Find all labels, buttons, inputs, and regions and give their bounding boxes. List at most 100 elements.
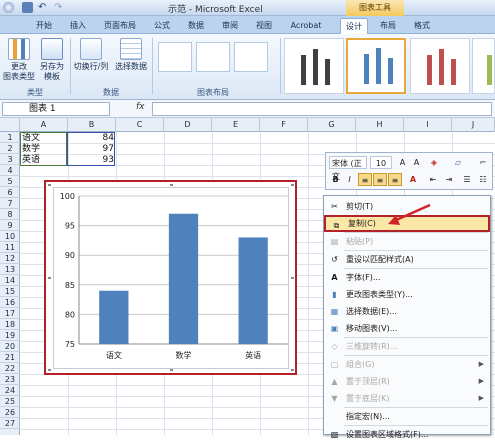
menu-item-macro[interactable]: 指定宏(N)... — [324, 408, 490, 425]
bar[interactable] — [238, 237, 268, 344]
column-header-D[interactable]: D — [164, 118, 212, 132]
row-header-10[interactable]: 10 — [0, 231, 20, 242]
fx-icon[interactable]: fx — [136, 102, 145, 112]
change-chart-type-button[interactable]: 更改 图表类型 — [2, 38, 36, 82]
grow-font-icon[interactable]: A — [396, 156, 409, 169]
align-left-icon[interactable]: ≡ — [373, 173, 387, 186]
bar[interactable] — [168, 213, 199, 344]
row-header-8[interactable]: 8 — [0, 209, 20, 220]
save-as-template-button[interactable]: 另存为 模板 — [36, 38, 68, 82]
chart-layout-2[interactable] — [196, 42, 230, 72]
menu-item-rotate-3d[interactable]: ◇ 三维旋转(R)... — [324, 338, 490, 355]
tab-formulas[interactable]: 公式 — [148, 18, 176, 34]
column-header-B[interactable]: B — [68, 118, 116, 132]
row-header-23[interactable]: 23 — [0, 374, 20, 385]
tab-insert[interactable]: 插入 — [64, 18, 92, 34]
menu-item-chart-type[interactable]: ▮ 更改图表类型(Y)... — [324, 286, 490, 303]
menu-item-reset-style[interactable]: ↺ 重设以匹配样式(A) — [324, 251, 490, 268]
column-header-A[interactable]: A — [20, 118, 68, 132]
line-color-icon[interactable]: ▱ — [450, 156, 466, 169]
numbering-icon[interactable]: ☷ — [476, 173, 490, 186]
align-right-icon[interactable]: ≡ — [388, 173, 402, 186]
chart-style-3[interactable] — [410, 38, 470, 94]
font-name-select[interactable]: 宋体 (正文 — [329, 156, 367, 181]
format-painter-icon[interactable]: ⌐ — [476, 156, 490, 169]
row-header-17[interactable]: 17 — [0, 308, 20, 319]
column-header-F[interactable]: F — [260, 118, 308, 132]
column-header-I[interactable]: I — [404, 118, 452, 132]
row-header-14[interactable]: 14 — [0, 275, 20, 286]
fill-color-icon[interactable]: ◈ — [426, 156, 442, 169]
resize-handle[interactable] — [48, 184, 51, 186]
resize-handle[interactable] — [291, 369, 294, 371]
tab-design[interactable]: 设计 — [340, 18, 368, 34]
tab-layout[interactable]: 布局 — [374, 18, 402, 34]
row-header-19[interactable]: 19 — [0, 330, 20, 341]
tab-review[interactable]: 审阅 — [216, 18, 244, 34]
tab-home[interactable]: 开始 — [30, 18, 58, 34]
font-color-icon[interactable]: A — [406, 173, 420, 186]
row-header-22[interactable]: 22 — [0, 363, 20, 374]
redo-icon[interactable]: ↷ — [54, 2, 65, 13]
shrink-font-icon[interactable]: A — [410, 156, 423, 169]
row-header-18[interactable]: 18 — [0, 319, 20, 330]
menu-item-paste[interactable]: ▤ 粘贴(P) — [324, 233, 490, 250]
row-header-25[interactable]: 25 — [0, 396, 20, 407]
tab-page-layout[interactable]: 页面布局 — [98, 18, 142, 34]
row-header-11[interactable]: 11 — [0, 242, 20, 253]
chart-area[interactable]: 75 80 85 90 95 100 语文 数学 英语 — [44, 180, 297, 375]
row-header-6[interactable]: 6 — [0, 187, 20, 198]
row-header-7[interactable]: 7 — [0, 198, 20, 209]
row-header-5[interactable]: 5 — [0, 176, 20, 187]
column-header-J[interactable]: J — [452, 118, 495, 132]
resize-handle[interactable] — [170, 369, 173, 371]
row-header-9[interactable]: 9 — [0, 220, 20, 231]
switch-row-column-button[interactable]: 切换行/列 — [72, 38, 110, 72]
bold-button[interactable]: B — [329, 173, 342, 186]
row-header-1[interactable]: 1 — [0, 132, 20, 143]
row-header-24[interactable]: 24 — [0, 385, 20, 396]
formula-input[interactable] — [152, 102, 492, 116]
align-center-icon[interactable]: ≡ — [358, 173, 372, 186]
chart-layout-1[interactable] — [158, 42, 192, 72]
save-icon[interactable] — [22, 2, 33, 13]
menu-item-send-back[interactable]: ▼ 置于底层(K) ▶ — [324, 390, 490, 407]
menu-item-move-chart[interactable]: ▣ 移动图表(V)... — [324, 320, 490, 337]
row-header-26[interactable]: 26 — [0, 407, 20, 418]
menu-item-bring-front[interactable]: ▲ 置于顶层(R) ▶ — [324, 373, 490, 390]
chart-layout-3[interactable] — [234, 42, 268, 72]
row-header-20[interactable]: 20 — [0, 341, 20, 352]
chart-style-4[interactable] — [472, 38, 495, 94]
tab-view[interactable]: 视图 — [250, 18, 278, 34]
resize-handle[interactable] — [48, 277, 51, 279]
resize-handle[interactable] — [170, 184, 173, 186]
row-header-16[interactable]: 16 — [0, 297, 20, 308]
italic-button[interactable]: I — [343, 173, 356, 186]
column-header-E[interactable]: E — [212, 118, 260, 132]
resize-handle[interactable] — [48, 369, 51, 371]
undo-icon[interactable]: ↶ — [38, 2, 49, 13]
resize-handle[interactable] — [291, 277, 294, 279]
bar[interactable] — [99, 290, 129, 344]
font-size-select[interactable]: 10 — [370, 156, 392, 169]
column-header-C[interactable]: C — [116, 118, 164, 132]
row-header-4[interactable]: 4 — [0, 165, 20, 176]
column-header-H[interactable]: H — [356, 118, 404, 132]
select-data-button[interactable]: 选择数据 — [112, 38, 150, 72]
row-header-15[interactable]: 15 — [0, 286, 20, 297]
resize-handle[interactable] — [291, 184, 294, 186]
menu-item-select-data[interactable]: ▦ 选择数据(E)... — [324, 303, 490, 320]
tab-format[interactable]: 格式 — [408, 18, 436, 34]
row-header-13[interactable]: 13 — [0, 264, 20, 275]
office-button-icon[interactable] — [3, 2, 14, 13]
row-header-3[interactable]: 3 — [0, 154, 20, 165]
column-header-G[interactable]: G — [308, 118, 356, 132]
menu-item-font[interactable]: A 字体(F)... — [324, 269, 490, 286]
row-header-21[interactable]: 21 — [0, 352, 20, 363]
tab-acrobat[interactable]: Acrobat — [284, 18, 328, 34]
column-chart[interactable]: 75 80 85 90 95 100 语文 数学 英语 — [46, 182, 295, 373]
row-header-2[interactable]: 2 — [0, 143, 20, 154]
menu-item-group[interactable]: ▢ 组合(G) ▶ — [324, 356, 490, 373]
decrease-indent-icon[interactable]: ⇤ — [426, 173, 440, 186]
increase-indent-icon[interactable]: ⇥ — [442, 173, 456, 186]
